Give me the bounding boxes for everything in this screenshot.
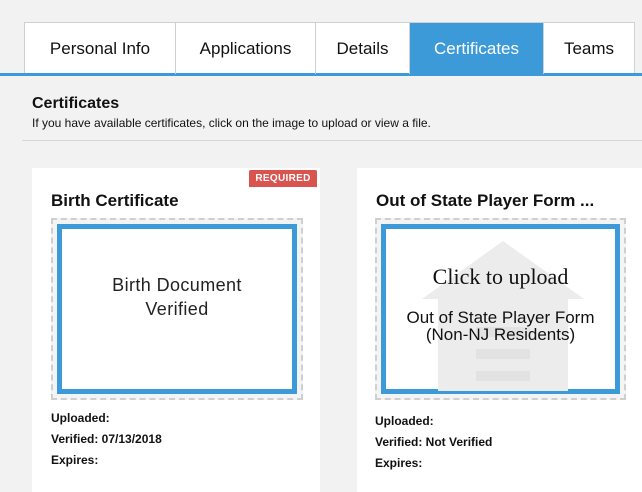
tab-personal-info[interactable]: Personal Info [25,23,176,74]
divider [22,140,642,141]
preview-text: Out of State Player Form (Non-NJ Residen… [386,309,615,343]
card-meta-birth: Uploaded: Verified: 07/13/2018 Expires: [51,408,162,471]
uploaded-label: Uploaded: [375,414,434,428]
preview-line-1: Birth Document [112,275,242,295]
section-title: Certificates [32,95,120,112]
card-title-birth-certificate: Birth Certificate [51,191,179,210]
expires-label: Expires: [375,456,423,470]
birth-certificate-preview[interactable]: Birth Document Verified [51,218,303,400]
preview-frame: Click to upload Out of State Player Form… [381,224,620,394]
preview-text: Birth Document Verified [62,273,292,321]
out-of-state-upload-area[interactable]: Click to upload Out of State Player Form… [375,218,626,400]
card-meta-out-of-state: Uploaded: Verified: Not Verified Expires… [375,411,492,474]
verified-status: Verified: 07/13/2018 [51,432,162,446]
tab-list: Personal Info Applications Details Certi… [24,22,635,74]
tab-certificates[interactable]: Certificates [410,23,544,74]
uploaded-label: Uploaded: [51,411,110,425]
expires-label: Expires: [51,453,99,467]
verified-status: Verified: Not Verified [375,435,493,449]
tab-teams[interactable]: Teams [544,23,634,74]
card-title-out-of-state-form: Out of State Player Form ... [376,191,595,210]
preview-frame: Birth Document Verified [57,224,297,394]
section-description: If you have available certificates, clic… [32,116,431,130]
preview-line-2: Verified [145,299,209,319]
preview-line-1: Out of State Player Form [406,308,595,327]
tab-applications[interactable]: Applications [176,23,316,74]
tab-details[interactable]: Details [316,23,410,74]
required-badge: REQUIRED [249,170,317,187]
tab-bar: Personal Info Applications Details Certi… [0,22,642,76]
preview-line-2: (Non-NJ Residents) [425,325,576,344]
upload-prompt: Click to upload [432,264,569,289]
